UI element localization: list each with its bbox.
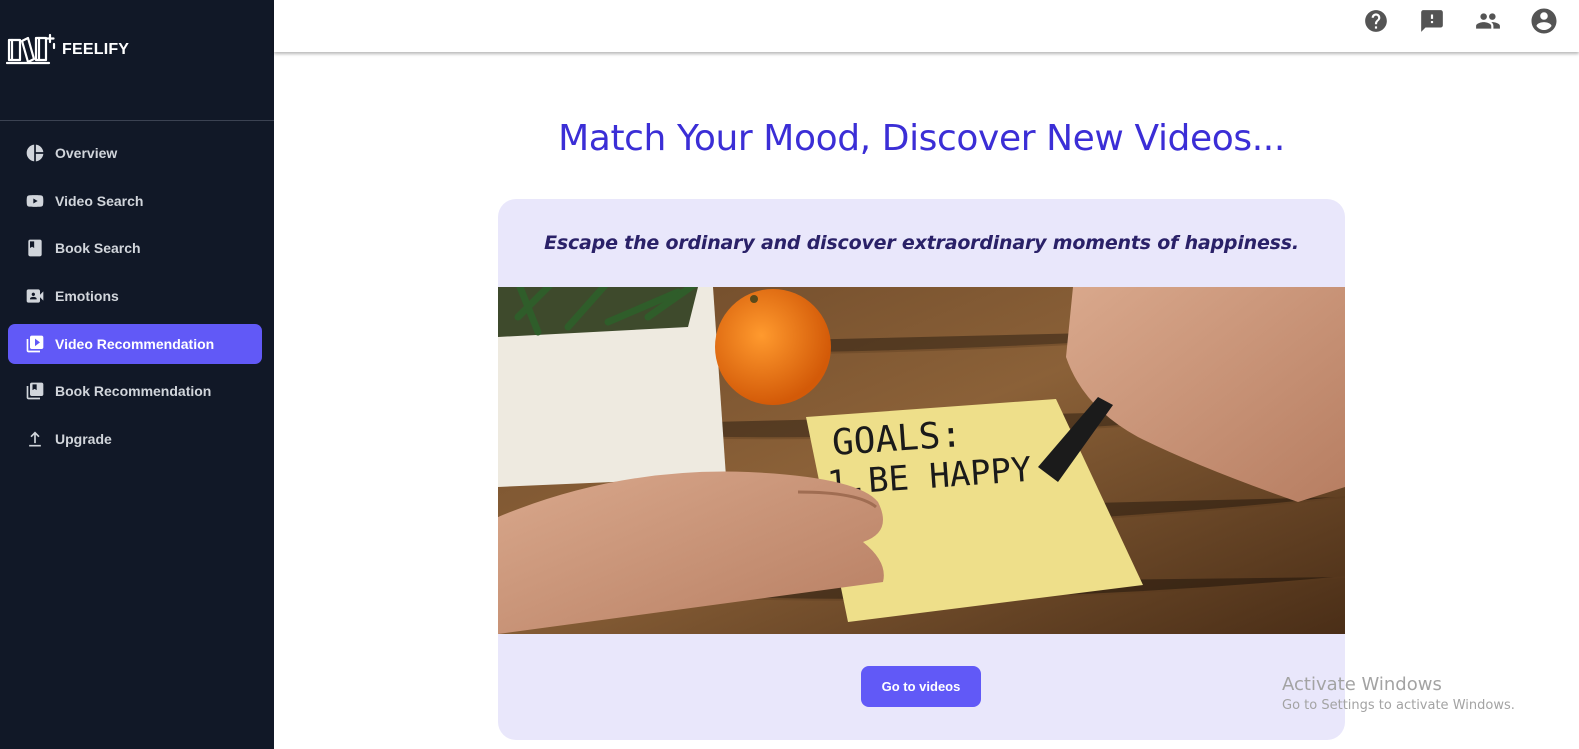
book-library-icon	[25, 381, 45, 401]
sidebar-item-label: Emotions	[55, 288, 119, 305]
sidebar-item-label: Overview	[55, 145, 118, 161]
sidebar-divider	[0, 120, 274, 121]
page-title: Match Your Mood, Discover New Videos...	[558, 118, 1285, 159]
recommendation-card: Escape the ordinary and discover extraor…	[498, 199, 1345, 740]
arrow-up-icon	[25, 429, 45, 449]
sidebar-item-label: Book Search	[55, 240, 141, 257]
people-icon[interactable]	[1470, 6, 1505, 36]
hero-image: GOALS: 1.BE HAPPY	[498, 287, 1345, 634]
sidebar-item-label: Video Search	[55, 192, 144, 209]
books-logo-icon	[6, 33, 56, 65]
sidebar-item-emotions[interactable]: Emotions	[8, 276, 262, 316]
youtube-icon	[25, 191, 45, 211]
activate-windows-watermark: Activate Windows Go to Settings to activ…	[1282, 674, 1515, 713]
sidebar-item-label: Upgrade	[55, 431, 112, 448]
sidebar-item-video-search[interactable]: Video Search	[8, 181, 262, 221]
go-to-videos-button[interactable]: Go to videos	[861, 666, 981, 707]
video-camera-icon	[25, 286, 45, 306]
sidebar-nav: Overview Video Search Book Search Emotio…	[8, 133, 262, 467]
sidebar-item-overview[interactable]: Overview	[8, 133, 262, 173]
help-icon[interactable]	[1358, 6, 1393, 36]
watermark-subtitle: Go to Settings to activate Windows.	[1282, 698, 1515, 713]
brand-name: FEELIFY	[62, 41, 130, 58]
sidebar: FEELIFY Overview Video Search Book Searc…	[0, 0, 274, 749]
sidebar-item-upgrade[interactable]: Upgrade	[8, 419, 262, 459]
video-library-icon	[25, 334, 45, 354]
top-actions	[1358, 6, 1561, 36]
book-icon	[25, 238, 45, 258]
account-circle-icon[interactable]	[1526, 6, 1561, 36]
tagline: Escape the ordinary and discover extraor…	[544, 232, 1299, 254]
feedback-icon[interactable]	[1414, 6, 1449, 36]
top-bar	[274, 0, 1579, 52]
sidebar-item-book-recommendation[interactable]: Book Recommendation	[8, 371, 262, 411]
sidebar-item-label: Book Recommendation	[55, 383, 212, 400]
sidebar-item-book-search[interactable]: Book Search	[8, 228, 262, 268]
sidebar-item-video-recommendation[interactable]: Video Recommendation	[8, 323, 262, 364]
pie-chart-icon	[25, 143, 45, 163]
brand[interactable]: FEELIFY	[6, 32, 129, 68]
watermark-title: Activate Windows	[1282, 674, 1442, 695]
sidebar-item-label: Video Recommendation	[55, 335, 215, 352]
